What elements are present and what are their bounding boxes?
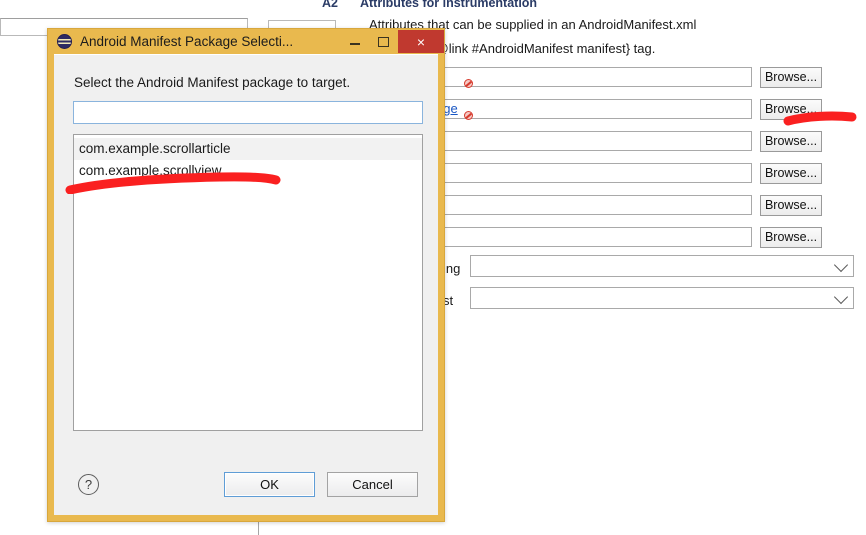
help-icon[interactable]: ?: [78, 474, 99, 495]
close-button[interactable]: ×: [398, 30, 444, 53]
package-list[interactable]: com.example.scrollarticle com.example.sc…: [73, 134, 423, 431]
minimize-icon: [349, 43, 360, 45]
chevron-down-icon: [833, 257, 849, 273]
error-icon: [464, 111, 473, 120]
dialog-title: Android Manifest Package Selecti...: [80, 34, 294, 49]
combo-handle-profiling[interactable]: [470, 287, 854, 309]
dialog-prompt: Select the Android Manifest package to t…: [74, 75, 351, 90]
maximize-button[interactable]: [369, 31, 398, 53]
form-row-1: Browse...: [440, 66, 822, 88]
section-header-label: Attributes for instrumentation: [359, 0, 538, 10]
dialog-inner: Android Manifest Package Selecti... × Se…: [48, 29, 444, 515]
form-row-3: Browse...: [440, 130, 822, 152]
section-header: A2 Attributes for instrumentation: [322, 0, 537, 10]
browse-button-1[interactable]: Browse...: [760, 66, 822, 88]
list-item[interactable]: com.example.scrollarticle: [74, 138, 422, 160]
form-row-2: Browse...: [440, 98, 822, 120]
error-icon: [464, 79, 473, 88]
manifest-path-input-1[interactable]: [440, 67, 752, 87]
form-row-5: Browse...: [440, 194, 822, 216]
manifest-path-input-5[interactable]: [440, 195, 752, 215]
browse-button-6[interactable]: Browse...: [760, 226, 822, 248]
combo-functional-test[interactable]: [470, 255, 854, 277]
dialog-body: Select the Android Manifest package to t…: [54, 54, 438, 515]
ok-button[interactable]: OK: [224, 472, 315, 497]
list-item[interactable]: com.example.scrollview: [74, 160, 422, 182]
form-row-6: Browse...: [440, 226, 822, 248]
manifest-path-input-6[interactable]: [440, 227, 752, 247]
browse-button-2[interactable]: Browse...: [760, 98, 822, 120]
browse-button-4[interactable]: Browse...: [760, 162, 822, 184]
android-manifest-package-selection-dialog: Android Manifest Package Selecti... × Se…: [47, 28, 445, 522]
package-filter-input[interactable]: [73, 101, 423, 124]
manifest-path-input-3[interactable]: [440, 131, 752, 151]
combo-label-1: ing: [443, 261, 461, 276]
maximize-icon: [378, 36, 389, 47]
browse-button-3[interactable]: Browse...: [760, 130, 822, 152]
minimize-button[interactable]: [340, 31, 369, 53]
manifest-path-input-4[interactable]: [440, 163, 752, 183]
cancel-button[interactable]: Cancel: [327, 472, 418, 497]
chevron-down-icon: [833, 289, 849, 305]
eclipse-icon: [57, 34, 72, 49]
manifest-path-input-2[interactable]: [440, 99, 752, 119]
form-row-4: Browse...: [440, 162, 822, 184]
section-badge: A2: [322, 0, 338, 10]
browse-button-5[interactable]: Browse...: [760, 194, 822, 216]
dialog-titlebar[interactable]: Android Manifest Package Selecti... ×: [48, 29, 444, 54]
